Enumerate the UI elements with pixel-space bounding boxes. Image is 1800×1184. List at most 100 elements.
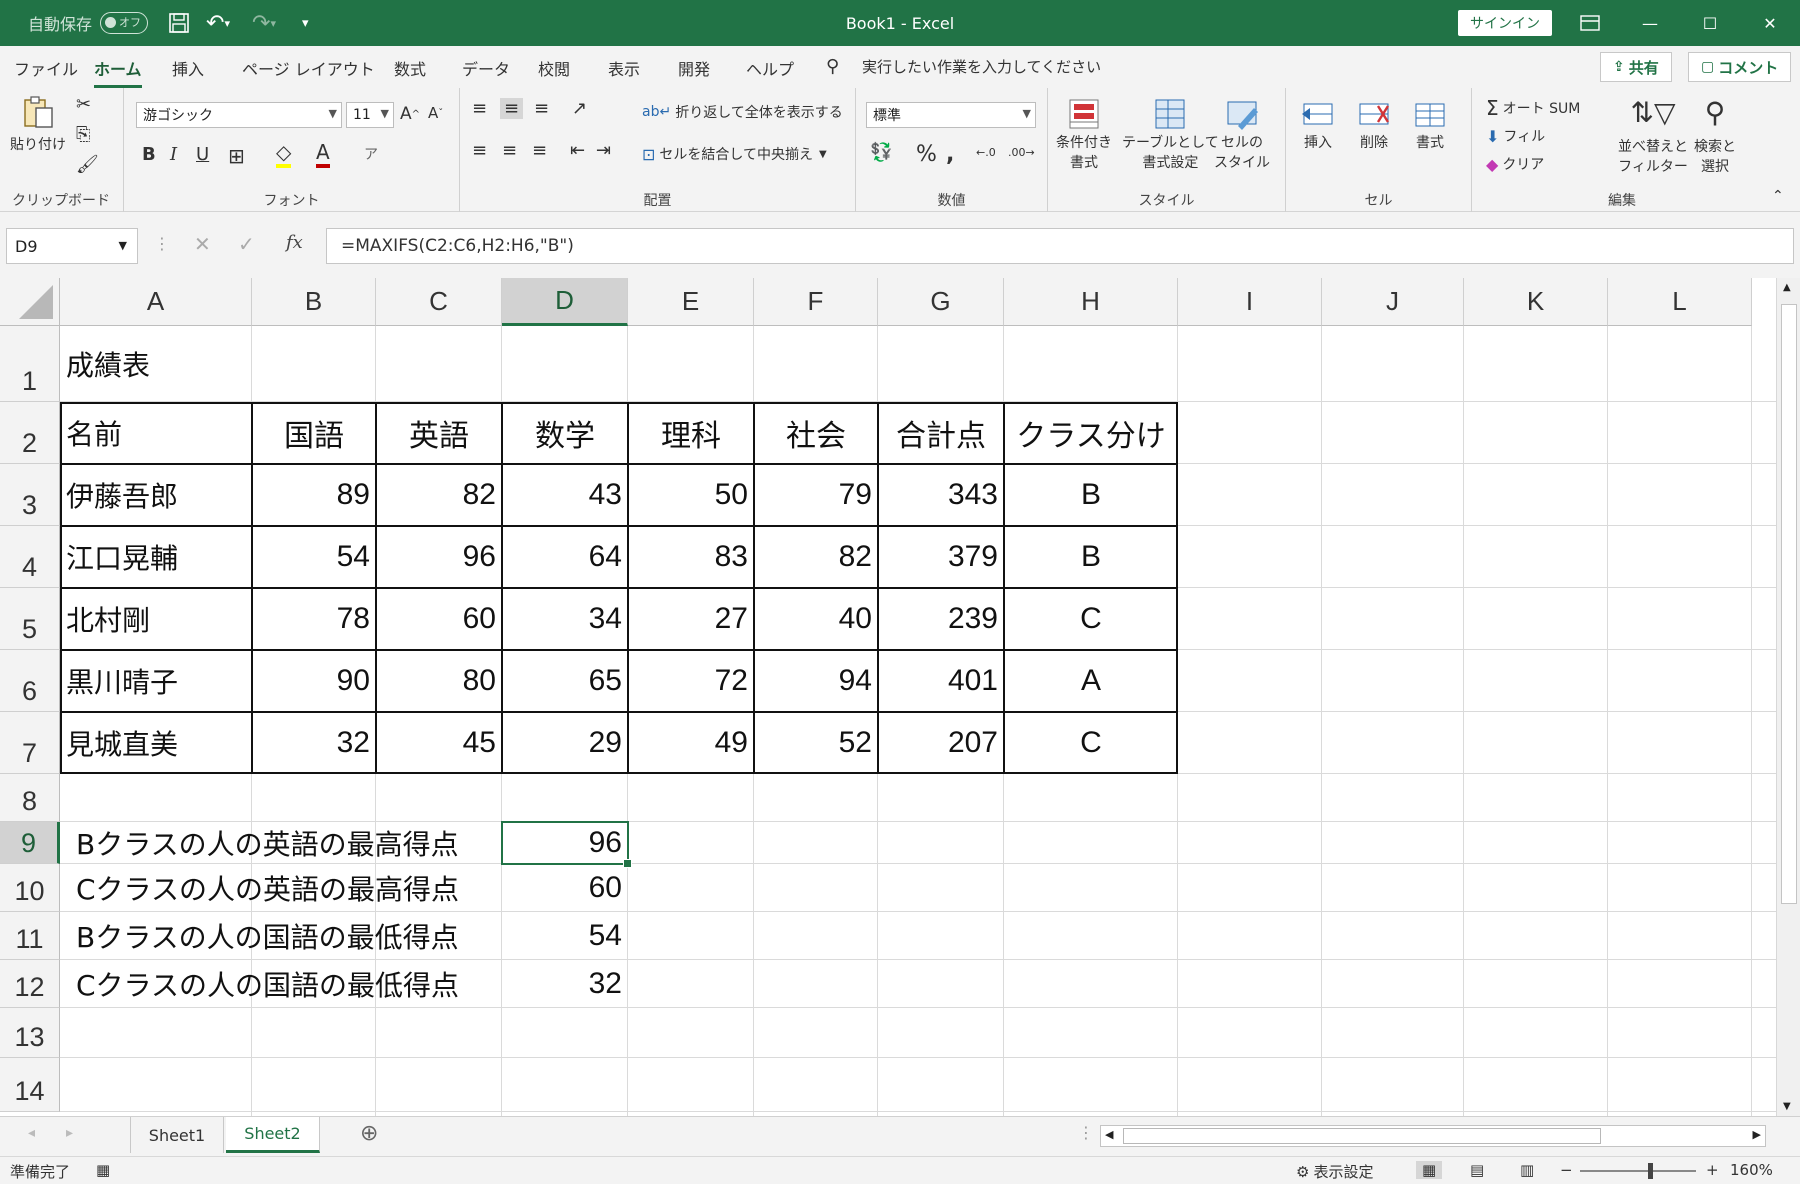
- search-icon[interactable]: ⚲: [826, 56, 839, 77]
- data-cell[interactable]: 27: [628, 588, 754, 650]
- summary-label-cell[interactable]: Bクラスの人の国語の最低得点: [60, 912, 502, 960]
- summary-label-cell[interactable]: Bクラスの人の英語の最高得点: [60, 822, 502, 864]
- row-header-14[interactable]: 14: [0, 1058, 60, 1112]
- data-cell[interactable]: 94: [754, 650, 878, 712]
- vertical-scrollbar[interactable]: ▲ ▼: [1776, 278, 1800, 1116]
- phonetic-icon[interactable]: ア: [364, 144, 378, 164]
- format-cells-button[interactable]: 書式: [1412, 96, 1448, 152]
- copy-icon[interactable]: ⎘: [76, 124, 90, 145]
- share-button[interactable]: ⇪ 共有: [1600, 52, 1672, 82]
- format-painter-icon[interactable]: 🖌: [76, 154, 99, 175]
- header-cell[interactable]: 英語: [376, 402, 502, 464]
- align-center-icon[interactable]: ≡: [502, 140, 517, 161]
- align-left-icon[interactable]: ≡: [472, 140, 487, 161]
- zoom-slider-thumb[interactable]: [1648, 1163, 1653, 1179]
- row-header-12[interactable]: 12: [0, 960, 60, 1008]
- percent-icon[interactable]: %: [916, 142, 937, 167]
- data-cell[interactable]: A: [1004, 650, 1178, 712]
- row-header-13[interactable]: 13: [0, 1008, 60, 1058]
- signin-button[interactable]: サインイン: [1458, 10, 1552, 36]
- borders-icon[interactable]: ⊞: [228, 144, 245, 168]
- conditional-formatting-button[interactable]: 条件付き 書式: [1056, 96, 1112, 172]
- column-header-g[interactable]: G: [878, 278, 1004, 326]
- scroll-right-icon[interactable]: ▶: [1753, 1128, 1761, 1141]
- column-header-e[interactable]: E: [628, 278, 754, 326]
- insert-function-icon[interactable]: fx: [286, 232, 303, 253]
- autosave-toggle[interactable]: オフ: [100, 12, 149, 34]
- data-cell[interactable]: 207: [878, 712, 1004, 774]
- header-cell[interactable]: 社会: [754, 402, 878, 464]
- data-cell[interactable]: 34: [502, 588, 628, 650]
- data-cell[interactable]: C: [1004, 712, 1178, 774]
- orientation-icon[interactable]: ↗: [572, 98, 587, 119]
- data-cell[interactable]: 82: [754, 526, 878, 588]
- data-cell[interactable]: 40: [754, 588, 878, 650]
- column-header-f[interactable]: F: [754, 278, 878, 326]
- minimize-button[interactable]: —: [1620, 0, 1680, 46]
- vertical-scroll-thumb[interactable]: [1781, 304, 1797, 904]
- paste-button[interactable]: 貼り付け: [10, 94, 66, 154]
- scroll-left-icon[interactable]: ◀: [1105, 1128, 1113, 1141]
- data-cell[interactable]: 北村剛: [60, 588, 252, 650]
- column-header-c[interactable]: C: [376, 278, 502, 326]
- prev-sheet-icon[interactable]: ◂: [28, 1125, 35, 1141]
- cut-icon[interactable]: ✂: [76, 94, 91, 115]
- increase-font-icon[interactable]: A ^: [400, 104, 420, 124]
- row-header-7[interactable]: 7: [0, 712, 60, 774]
- tab-split-icon[interactable]: ⋮: [1078, 1123, 1094, 1142]
- header-cell[interactable]: 国語: [252, 402, 376, 464]
- sheet-title-cell[interactable]: 成績表: [60, 326, 376, 402]
- zoom-out-icon[interactable]: −: [1560, 1161, 1573, 1179]
- italic-icon[interactable]: I: [170, 144, 177, 165]
- data-cell[interactable]: 52: [754, 712, 878, 774]
- column-header-k[interactable]: K: [1464, 278, 1608, 326]
- data-cell[interactable]: 96: [376, 526, 502, 588]
- row-header-1[interactable]: 1: [0, 326, 60, 402]
- row-header-9[interactable]: 9: [0, 822, 60, 864]
- summary-label-cell[interactable]: Cクラスの人の英語の最高得点: [60, 864, 502, 912]
- autosave[interactable]: 自動保存 オフ: [28, 0, 149, 46]
- align-right-icon[interactable]: ≡: [532, 140, 547, 161]
- tab-data[interactable]: データ: [462, 56, 510, 80]
- data-cell[interactable]: 79: [754, 464, 878, 526]
- sheet-tab-sheet2[interactable]: Sheet2: [226, 1117, 320, 1153]
- column-header-d[interactable]: D: [502, 278, 628, 326]
- decrease-indent-icon[interactable]: ⇤: [570, 140, 585, 161]
- data-cell[interactable]: 90: [252, 650, 376, 712]
- font-size-combo[interactable]: 11 ▼: [346, 102, 394, 128]
- data-cell[interactable]: 伊藤吾郎: [60, 464, 252, 526]
- tab-insert[interactable]: 挿入: [172, 56, 204, 80]
- row-header-10[interactable]: 10: [0, 864, 60, 912]
- page-break-view-icon[interactable]: ▥: [1520, 1161, 1534, 1179]
- enter-icon[interactable]: ✓: [238, 232, 255, 256]
- format-as-table-button[interactable]: テーブルとして 書式設定: [1122, 96, 1219, 172]
- comma-style-icon[interactable]: ,: [946, 142, 954, 167]
- summary-value-cell[interactable]: 54: [502, 912, 628, 960]
- normal-view-icon[interactable]: ▦: [1416, 1161, 1443, 1179]
- row-header-6[interactable]: 6: [0, 650, 60, 712]
- decrease-font-icon[interactable]: Aˇ: [428, 104, 443, 122]
- fill-color-icon[interactable]: ◇: [276, 140, 292, 168]
- cell-styles-button[interactable]: セルの スタイル: [1214, 96, 1270, 172]
- row-header-2[interactable]: 2: [0, 402, 60, 464]
- accounting-format-icon[interactable]: 💱: [870, 142, 892, 163]
- formula-input[interactable]: =MAXIFS(C2:C6,H2:H6,"B"): [326, 228, 1794, 264]
- clear-button[interactable]: ◆ クリア: [1486, 154, 1544, 174]
- maximize-button[interactable]: ☐: [1680, 0, 1740, 46]
- data-cell[interactable]: 401: [878, 650, 1004, 712]
- find-select-button[interactable]: ⚲ 検索と 選択: [1694, 96, 1736, 176]
- name-box[interactable]: D9 ▼: [6, 228, 138, 264]
- data-cell[interactable]: 32: [252, 712, 376, 774]
- summary-label-cell[interactable]: Cクラスの人の国語の最低得点: [60, 960, 502, 1008]
- data-cell[interactable]: 43: [502, 464, 628, 526]
- next-sheet-icon[interactable]: ▸: [66, 1125, 73, 1141]
- data-cell[interactable]: B: [1004, 526, 1178, 588]
- column-header-i[interactable]: I: [1178, 278, 1322, 326]
- tab-review[interactable]: 校閲: [538, 56, 570, 80]
- font-color-icon[interactable]: A: [316, 140, 330, 168]
- data-cell[interactable]: 54: [252, 526, 376, 588]
- row-header-5[interactable]: 5: [0, 588, 60, 650]
- scroll-down-icon[interactable]: ▼: [1783, 1101, 1791, 1112]
- column-header-l[interactable]: L: [1608, 278, 1752, 326]
- insert-cells-button[interactable]: 挿入: [1300, 96, 1336, 152]
